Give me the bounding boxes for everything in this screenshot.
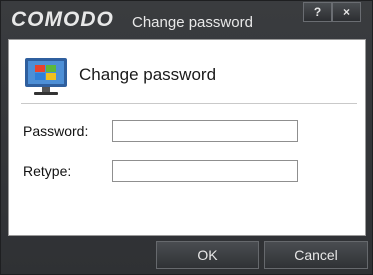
close-button[interactable]: × (332, 2, 361, 22)
window-title: Change password (132, 14, 253, 31)
password-field[interactable] (112, 120, 298, 142)
content-panel: Change password Password: Retype: (8, 39, 366, 236)
ok-button[interactable]: OK (156, 241, 259, 269)
title-bar[interactable]: COMODO Change password ? × (1, 1, 372, 38)
retype-field[interactable] (112, 160, 298, 182)
help-button[interactable]: ? (303, 2, 332, 22)
change-password-dialog: COMODO Change password ? × Change passwo… (0, 0, 373, 275)
password-label: Password: (23, 123, 89, 139)
comodo-logo: COMODO (11, 8, 114, 31)
header-divider (21, 103, 357, 104)
retype-label: Retype: (23, 163, 72, 179)
dialog-heading: Change password (79, 65, 217, 84)
monitor-windows-icon (25, 58, 67, 95)
cancel-button[interactable]: Cancel (264, 241, 368, 269)
